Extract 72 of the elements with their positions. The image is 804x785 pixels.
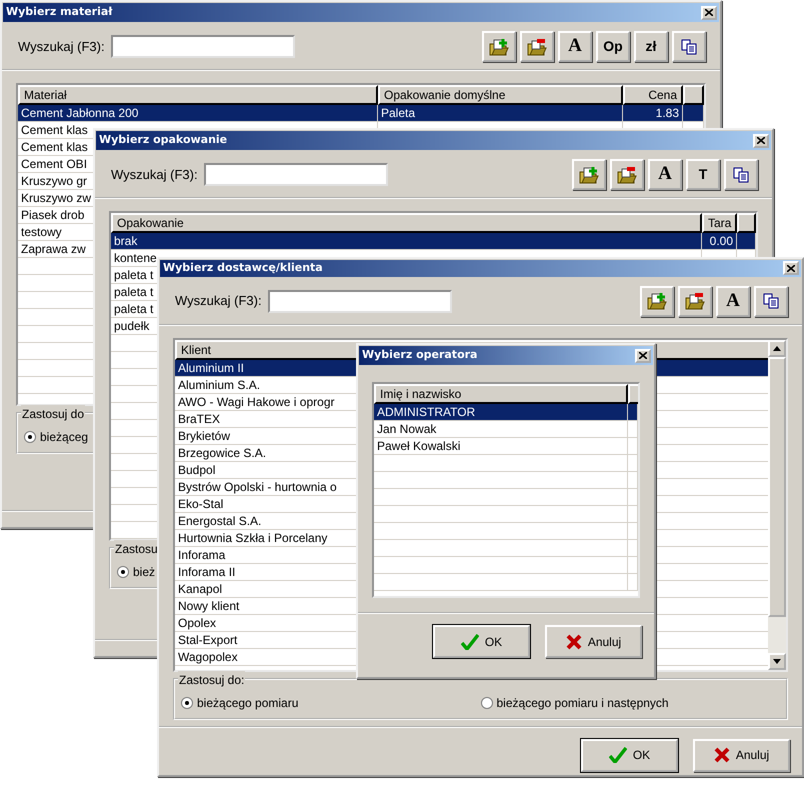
folder-add-icon [579, 166, 599, 184]
ok-button[interactable]: OK [433, 625, 530, 658]
close-button[interactable] [701, 6, 717, 20]
folder-add-icon [647, 292, 667, 310]
radio-label[interactable]: bież [133, 563, 156, 581]
toolbar-button[interactable] [678, 286, 712, 316]
toolbar-button[interactable]: A [648, 159, 682, 190]
toolbar-button[interactable] [572, 159, 606, 190]
column-header[interactable]: Imię i nazwisko [374, 384, 628, 404]
group-legend: Zastosuj do: [178, 670, 246, 688]
close-icon [757, 137, 765, 144]
search-field[interactable] [110, 35, 295, 58]
close-button[interactable] [753, 134, 769, 148]
check-icon [460, 634, 479, 650]
search-field[interactable] [204, 163, 388, 186]
toolbar-button[interactable]: A [716, 286, 750, 316]
check-icon [608, 747, 627, 763]
folder-add-icon [489, 38, 509, 56]
table-row[interactable]: Cement Jabłonna 200 Paleta 1.83 [18, 105, 704, 122]
toolbar-button[interactable] [672, 31, 706, 62]
radio-button[interactable] [181, 696, 193, 708]
toolbar-button[interactable]: A [558, 31, 592, 62]
scroll-down-icon [773, 658, 781, 664]
column-header[interactable]: Cena [623, 85, 683, 105]
cross-icon [566, 634, 582, 650]
close-button[interactable] [783, 261, 799, 276]
close-button[interactable] [635, 348, 651, 362]
toolbar-button[interactable] [724, 159, 758, 190]
radio-button[interactable] [480, 696, 492, 708]
toolbar-button[interactable] [520, 31, 554, 62]
close-icon [787, 264, 795, 272]
toolbar-button[interactable] [754, 286, 788, 316]
table-cell: 0.00 [702, 233, 737, 249]
column-header[interactable]: Opakowanie domyślne [378, 85, 623, 105]
group-legend: Zastosuj do [21, 405, 86, 423]
window-title: Wybierz operatora [362, 347, 478, 364]
close-icon [639, 352, 647, 359]
scrollbar[interactable] [768, 340, 786, 670]
folder-edit-icon [617, 166, 637, 184]
window-title: Wybierz materiał [6, 4, 112, 20]
column-header[interactable]: Opakowanie [111, 213, 702, 233]
scroll-up-icon [773, 346, 781, 350]
copy-icon [762, 292, 780, 310]
radio-button[interactable] [24, 431, 36, 443]
copy-icon [680, 38, 698, 56]
toolbar-button[interactable]: zł [634, 31, 668, 62]
ok-button[interactable]: OK [581, 738, 678, 772]
column-header[interactable]: Materiał [18, 85, 378, 105]
table-cell: Paleta [378, 105, 623, 121]
toolbar-button[interactable] [482, 31, 516, 62]
cancel-button[interactable]: Anuluj [545, 625, 642, 658]
radio-label[interactable]: bieżąceg [40, 428, 88, 446]
cross-icon [714, 747, 730, 763]
cancel-button[interactable]: Anuluj [693, 738, 790, 772]
toolbar-button[interactable]: Op [596, 31, 630, 62]
search-label: Wyszukaj (F3): [18, 38, 105, 56]
table-cell: 1.83 [623, 105, 683, 121]
toolbar-button[interactable] [610, 159, 644, 190]
column-header[interactable]: Tara [702, 213, 737, 233]
table-cell: Cement Jabłonna 200 [18, 105, 378, 121]
table-cell: brak [111, 233, 702, 249]
radio-button[interactable] [117, 566, 129, 578]
table-row[interactable]: brak 0.00 [111, 233, 756, 250]
close-icon [705, 9, 713, 16]
radio-label[interactable]: bieżącego pomiaru [197, 694, 298, 712]
toolbar-button[interactable]: T [686, 159, 720, 190]
folder-edit-icon [527, 38, 547, 56]
radio-label[interactable]: bieżącego pomiaru i następnych [496, 694, 669, 712]
toolbar-button[interactable] [640, 286, 674, 316]
folder-edit-icon [685, 292, 705, 310]
copy-icon [732, 166, 750, 184]
search-field[interactable] [268, 290, 452, 312]
